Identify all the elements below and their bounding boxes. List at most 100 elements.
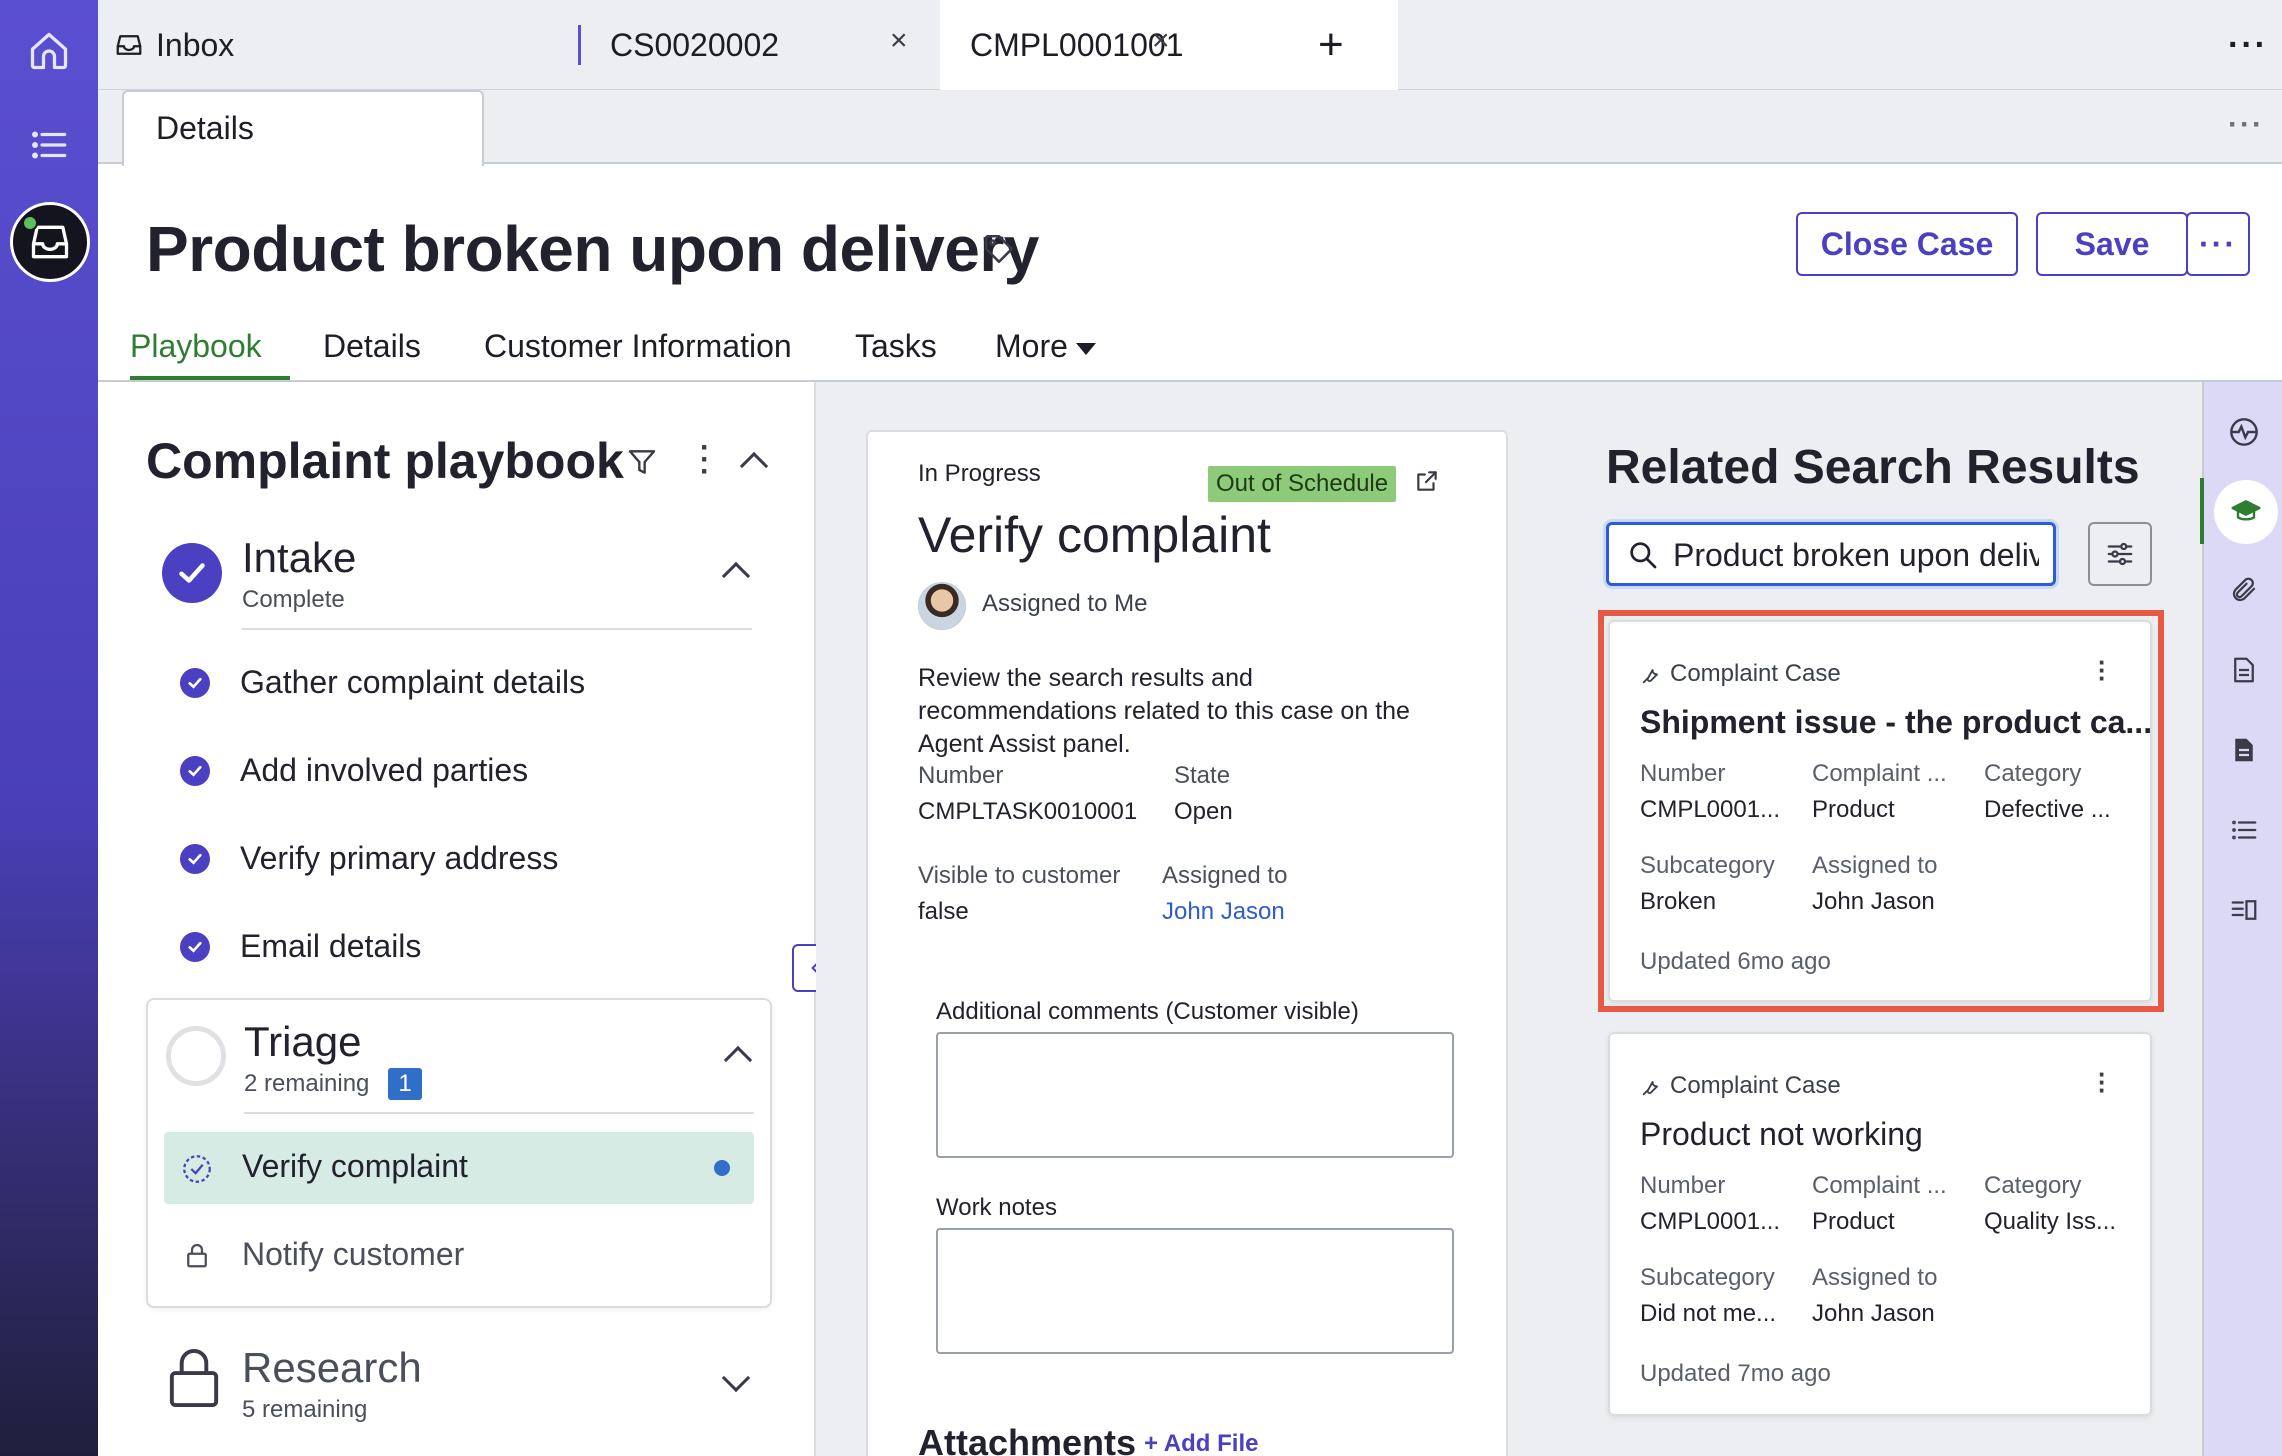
active-rail-indicator — [2200, 478, 2204, 544]
task-complete-icon — [180, 668, 210, 698]
state-value: Open — [1174, 798, 1233, 825]
tab-strip-more-icon[interactable]: ··· — [2228, 0, 2268, 90]
stage-research-status: 5 remaining — [242, 1396, 368, 1423]
record-tabs: Playbook Details Customer Information Ta… — [98, 318, 2282, 382]
additional-comments-label: Additional comments (Customer visible) — [936, 998, 1359, 1025]
agent-assist-tab[interactable] — [2214, 480, 2278, 544]
online-status-dot — [22, 215, 38, 231]
document-icon[interactable] — [2224, 650, 2264, 690]
task-complete-icon — [180, 756, 210, 786]
tab-tasks[interactable]: Tasks — [855, 318, 937, 380]
additional-comments-field[interactable] — [936, 1032, 1454, 1158]
intake-complete-icon — [162, 543, 222, 603]
page-title: Product broken upon delivery — [146, 213, 1039, 285]
task-verify-complaint[interactable]: Verify complaint — [242, 1148, 468, 1185]
sliders-icon — [2107, 542, 2133, 566]
avatar — [918, 582, 966, 630]
out-of-schedule-badge: Out of Schedule — [1208, 466, 1397, 502]
tab-cs0020002-label: CS0020002 — [610, 26, 780, 63]
stage-research-title[interactable]: Research — [242, 1344, 422, 1392]
divider — [244, 1112, 754, 1114]
result-category-label: Category — [1984, 1172, 2082, 1199]
home-icon[interactable] — [24, 26, 74, 76]
work-notes-field[interactable] — [936, 1228, 1454, 1354]
highlight-box — [1598, 610, 2164, 1012]
search-icon — [1630, 542, 1657, 569]
agent-assist-icon-rail — [2202, 382, 2282, 1456]
tab-customer-information[interactable]: Customer Information — [484, 318, 792, 380]
details-panel-icon[interactable] — [2224, 890, 2264, 930]
close-tab-cs0020002-icon[interactable]: × — [890, 24, 908, 58]
number-value: CMPLTASK0010001 — [918, 798, 1138, 825]
state-label: State — [1174, 762, 1231, 789]
add-tab-icon[interactable]: + — [1318, 0, 1344, 90]
task-verify-primary-address[interactable]: Verify primary address — [240, 840, 558, 877]
related-search-title: Related Search Results — [1606, 441, 2140, 494]
playbook-kebab-icon[interactable]: · · · — [700, 433, 710, 487]
work-notes-label: Work notes — [936, 1194, 1057, 1221]
result-type: Complaint Case — [1670, 1072, 1841, 1099]
task-status: In Progress — [918, 460, 1041, 487]
task-add-involved-parties[interactable]: Add involved parties — [240, 752, 528, 789]
active-task-dot — [714, 1160, 730, 1176]
task-notify-customer[interactable]: Notify customer — [242, 1236, 464, 1273]
activity-icon[interactable] — [2224, 412, 2264, 452]
tab-more[interactable]: More — [995, 318, 1096, 380]
result-number-label: Number — [1640, 1172, 1726, 1199]
stage-intake-title[interactable]: Intake — [242, 534, 356, 582]
tag-icon[interactable] — [982, 232, 1016, 271]
result-assigned-label: Assigned to — [1812, 1264, 1938, 1291]
subtab-details[interactable]: Details — [122, 90, 484, 166]
tab-inbox[interactable]: Inbox — [114, 0, 234, 90]
result-number-value: CMPL0001... — [1640, 1208, 1781, 1235]
task-gather-complaint-details[interactable]: Gather complaint details — [240, 664, 585, 701]
search-settings-button[interactable] — [2088, 522, 2152, 586]
related-search-input[interactable] — [1673, 535, 2039, 575]
result-updated: Updated 7mo ago — [1640, 1360, 1831, 1387]
tab-more-label: More — [995, 328, 1068, 364]
graduation-cap-icon — [2231, 500, 2261, 521]
assigned-to-me: Assigned to Me — [982, 590, 1148, 617]
search-result-card[interactable]: Complaint Case · · · Product not working N… — [1608, 1032, 2152, 1416]
result-complaint-label: Complaint ... — [1812, 1172, 1947, 1199]
attachments-heading: Attachments — [918, 1422, 1137, 1456]
result-subcategory-label: Subcategory — [1640, 1264, 1775, 1291]
result-title[interactable]: Product not working — [1640, 1116, 1923, 1153]
open-external-icon[interactable] — [1414, 468, 1440, 499]
result-complaint-value: Product — [1812, 1208, 1895, 1235]
in-progress-icon — [180, 1152, 214, 1191]
close-case-button[interactable]: Close Case — [1796, 212, 2018, 276]
tab-inbox-label: Inbox — [156, 26, 235, 63]
result-kebab-icon[interactable]: · · · — [2098, 1061, 2107, 1103]
assigned-to-link[interactable]: John Jason — [1162, 898, 1285, 926]
list-icon[interactable] — [24, 120, 74, 170]
paperclip-icon[interactable] — [2224, 570, 2264, 610]
add-file-link[interactable]: + Add File — [1144, 1430, 1258, 1456]
number-label: Number — [918, 762, 1004, 789]
caret-down-icon — [1075, 342, 1096, 355]
tab-playbook[interactable]: Playbook — [130, 318, 290, 380]
tab-details[interactable]: Details — [323, 318, 421, 380]
list-icon[interactable] — [2224, 810, 2264, 850]
stage-intake-status: Complete — [242, 586, 345, 613]
header-more-button[interactable]: ··· — [2186, 212, 2250, 276]
result-category-value: Quality Iss... — [1984, 1208, 2117, 1235]
result-subcategory-value: Did not me... — [1640, 1300, 1777, 1327]
stage-triage-title[interactable]: Triage — [244, 1018, 362, 1066]
workspace-tab-strip: Inbox CS0020002 × CMPL0001001 × + ··· — [98, 0, 2282, 90]
playbook-title: Complaint playbook — [146, 433, 624, 489]
result-assigned-value: John Jason — [1812, 1300, 1935, 1327]
workspace-inbox-button[interactable] — [10, 202, 90, 282]
subtab-more-icon[interactable]: ··· — [2228, 108, 2264, 142]
task-email-details[interactable]: Email details — [240, 928, 421, 965]
stage-progress-ring-icon — [166, 1026, 226, 1086]
filled-document-icon[interactable] — [2224, 730, 2264, 770]
inbox-icon — [116, 35, 142, 55]
stage-triage-status: 2 remaining — [244, 1070, 370, 1097]
filter-icon[interactable] — [626, 446, 658, 483]
visible-to-customer-label: Visible to customer — [918, 862, 1121, 889]
visible-to-customer-value: false — [918, 898, 969, 925]
close-tab-cmpl0001001-icon[interactable]: × — [1152, 24, 1170, 58]
save-button[interactable]: Save — [2036, 212, 2188, 276]
divider — [242, 628, 752, 630]
